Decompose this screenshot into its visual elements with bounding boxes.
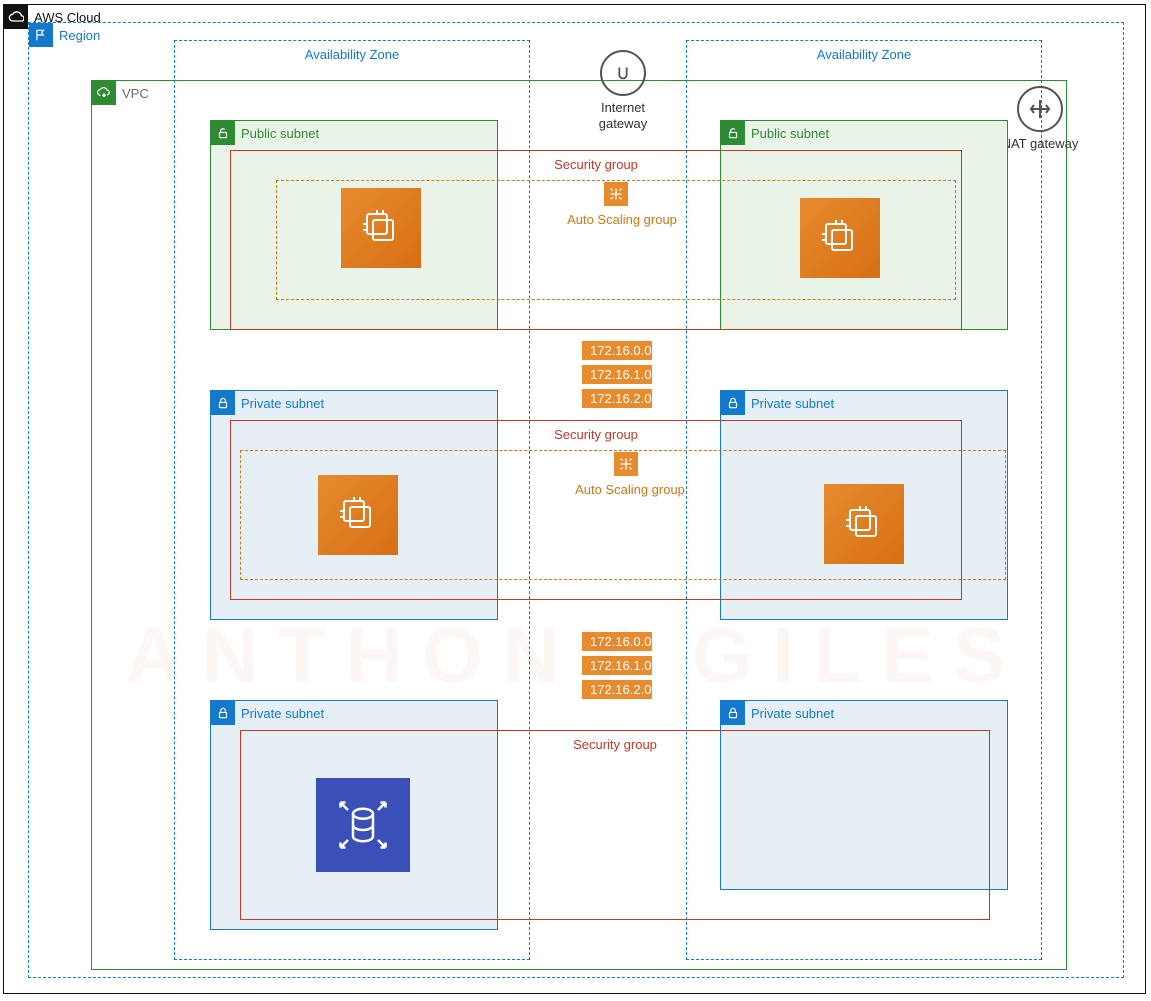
- security-group-label: Security group: [231, 157, 961, 172]
- vpc-icon: [92, 81, 116, 105]
- ec2-instance: [800, 198, 880, 278]
- cidr-block: 172.16.0.0: [581, 340, 653, 361]
- auto-scaling-icon: [604, 182, 628, 206]
- unlock-icon: [721, 121, 745, 145]
- region-label: Region: [59, 28, 100, 43]
- unlock-icon: [211, 121, 235, 145]
- subnet-label: Public subnet: [241, 126, 319, 141]
- cidr-block: 172.16.1.0: [581, 655, 653, 676]
- az-label: Availability Zone: [175, 47, 529, 62]
- subnet-label: Private subnet: [241, 396, 324, 411]
- cloud-icon: [4, 5, 28, 29]
- lock-icon: [211, 701, 235, 725]
- nat-icon: [1017, 86, 1063, 132]
- ec2-instance: [341, 188, 421, 268]
- igw-label: Internet gateway: [593, 100, 653, 131]
- subnet-label: Private subnet: [751, 396, 834, 411]
- flag-icon: [29, 23, 53, 47]
- cidr-block: 172.16.0.0: [581, 631, 653, 652]
- subnet-label: Private subnet: [751, 706, 834, 721]
- dynamodb-icon: [316, 778, 410, 872]
- ec2-instance: [318, 475, 398, 555]
- auto-scaling-label: Auto Scaling group: [532, 212, 712, 227]
- subnet-label: Public subnet: [751, 126, 829, 141]
- auto-scaling-icon: [614, 452, 638, 476]
- subnet-label: Private subnet: [241, 706, 324, 721]
- lock-icon: [721, 701, 745, 725]
- lock-icon: [721, 391, 745, 415]
- cidr-block: 172.16.2.0: [581, 388, 653, 409]
- auto-scaling-label: Auto Scaling group: [540, 482, 720, 497]
- lock-icon: [211, 391, 235, 415]
- security-group-label: Security group: [241, 737, 989, 752]
- az-label: Availability Zone: [687, 47, 1041, 62]
- ec2-instance: [824, 484, 904, 564]
- nat-gateway: NAT gateway: [1000, 86, 1080, 151]
- internet-gateway: Internet gateway: [593, 50, 653, 131]
- cidr-block: 172.16.2.0: [581, 679, 653, 700]
- security-group-label: Security group: [231, 427, 961, 442]
- igw-icon: [600, 50, 646, 96]
- vpc-label: VPC: [122, 86, 149, 101]
- nat-label: NAT gateway: [1000, 136, 1080, 151]
- cidr-block: 172.16.1.0: [581, 364, 653, 385]
